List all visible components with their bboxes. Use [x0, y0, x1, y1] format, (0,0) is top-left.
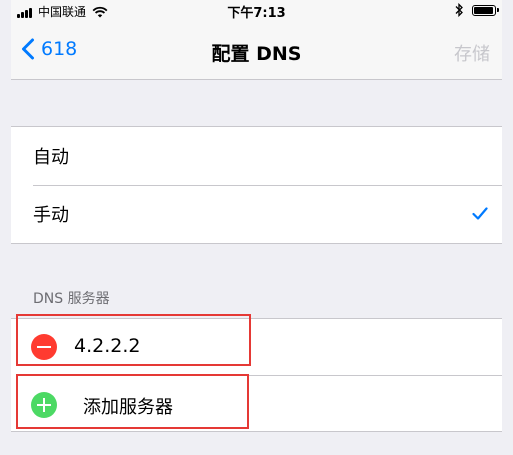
page-title: 配置 DNS [211, 43, 302, 65]
status-time: 下午7:13 [227, 6, 286, 21]
save-button[interactable]: 存储 [454, 40, 490, 66]
mode-option-label: 自动 [33, 147, 69, 168]
battery-level-fill [474, 6, 493, 14]
highlight-box-add-server [16, 374, 249, 429]
highlight-box-server [16, 314, 251, 366]
dns-section-header: DNS 服务器 [33, 291, 110, 307]
mode-option-manual[interactable]: 手动 [11, 185, 502, 243]
bluetooth-icon [455, 3, 463, 17]
status-right [454, 3, 499, 17]
mode-option-label: 手动 [33, 205, 69, 226]
navigation-bar: 618 配置 DNS 存储 [11, 22, 502, 80]
status-bar: 中国联通 下午7:13 [11, 0, 502, 22]
battery-icon [472, 4, 499, 16]
mode-option-automatic[interactable]: 自动 [11, 127, 502, 185]
settings-screen: 中国联通 下午7:13 618 配置 DNS 存储 自动 手动 DNS 服务器 … [11, 0, 502, 455]
dns-mode-list: 自动 手动 [11, 126, 502, 244]
checkmark-icon [472, 207, 488, 220]
